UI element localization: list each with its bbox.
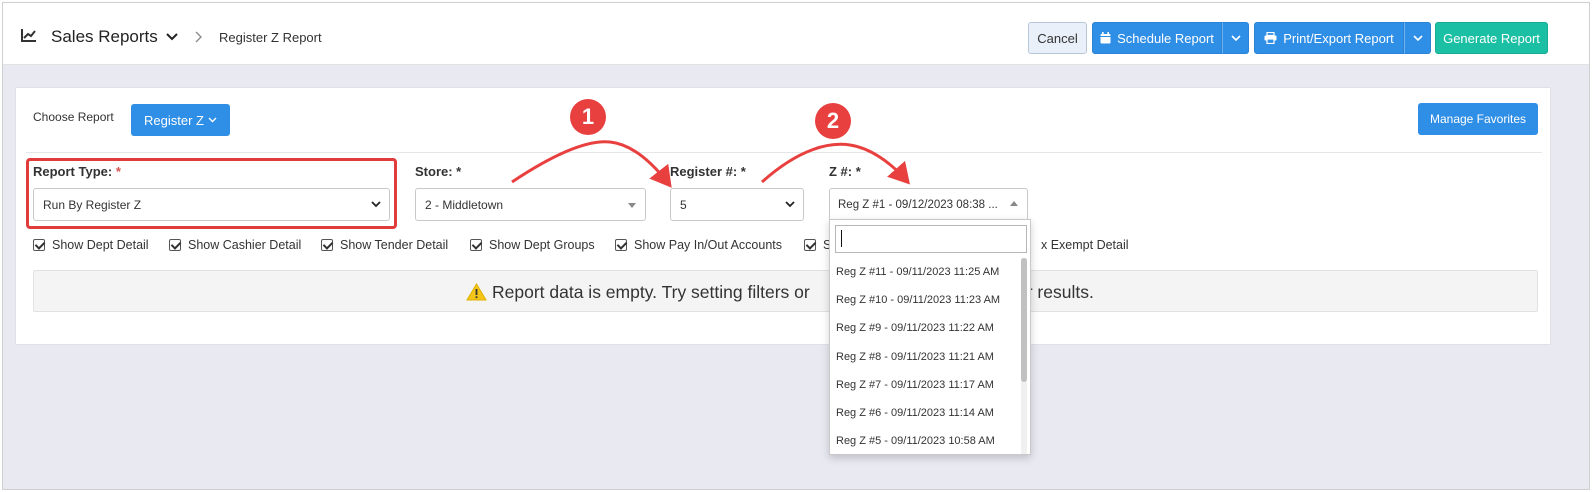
schedule-report-dropdown[interactable] (1222, 22, 1249, 54)
empty-message-tail: r results. (1026, 282, 1094, 302)
register-label: Register #: * (670, 164, 746, 179)
option-tender-detail[interactable]: Show Tender Detail (321, 238, 448, 252)
z-number-label: Z #: * (829, 164, 861, 179)
checkbox[interactable] (804, 239, 816, 251)
option-exempt-detail[interactable]: x Exempt Detail (1041, 238, 1129, 252)
option-label: Show Dept Detail (52, 238, 149, 252)
z-number-select[interactable]: Reg Z #1 - 09/12/2023 08:38 ... (829, 188, 1028, 221)
chevron-down-icon[interactable] (166, 32, 178, 42)
schedule-report-label: Schedule Report (1117, 30, 1214, 46)
checkbox[interactable] (321, 239, 333, 251)
choose-report-button[interactable]: Register Z (131, 104, 230, 136)
report-filter-card: Choose Report Register Z Manage Favorite… (15, 87, 1551, 345)
empty-message-text: Report data is empty. Try setting filter… (492, 282, 810, 302)
option-pay-in-out[interactable]: Show Pay In/Out Accounts (615, 238, 782, 252)
line-chart-icon (21, 29, 36, 42)
dropdown-search-input[interactable] (835, 225, 1027, 253)
option-dept-groups[interactable]: Show Dept Groups (470, 238, 595, 252)
list-item[interactable]: Reg Z #5 - 09/11/2023 10:58 AM (830, 427, 1022, 454)
generate-report-button[interactable]: Generate Report (1435, 22, 1548, 54)
option-partial-s[interactable]: S (804, 238, 831, 252)
print-export-dropdown[interactable] (1404, 22, 1431, 54)
checkbox[interactable] (33, 239, 45, 251)
scrollbar-thumb[interactable] (1021, 258, 1027, 382)
caret-down-icon (628, 203, 636, 208)
step-badge-2: 2 (815, 103, 851, 139)
page-title[interactable]: Sales Reports (51, 27, 158, 47)
warning-icon (466, 283, 487, 301)
register-value: 5 (680, 197, 687, 212)
highlight-box (26, 158, 397, 229)
list-item[interactable]: Reg Z #6 - 09/11/2023 11:14 AM (830, 399, 1022, 427)
cancel-button[interactable]: Cancel (1028, 22, 1087, 54)
option-label: Show Pay In/Out Accounts (634, 238, 782, 252)
dropdown-scrollbar[interactable] (1021, 258, 1027, 454)
store-value: 2 - Middletown (425, 197, 504, 212)
option-cashier-detail[interactable]: Show Cashier Detail (169, 238, 301, 252)
list-item[interactable]: Reg Z #8 - 09/11/2023 11:21 AM (830, 343, 1022, 371)
cancel-button-label: Cancel (1037, 30, 1078, 46)
chevron-down-icon (208, 117, 217, 123)
z-number-dropdown: Reg Z #11 - 09/11/2023 11:25 AM Reg Z #1… (829, 219, 1031, 455)
breadcrumb-current: Register Z Report (219, 30, 322, 45)
dropdown-list: Reg Z #11 - 09/11/2023 11:25 AM Reg Z #1… (830, 258, 1022, 454)
store-label: Store: * (415, 164, 462, 179)
chevron-down-icon (785, 201, 795, 208)
list-item[interactable]: Reg Z #9 - 09/11/2023 11:22 AM (830, 314, 1022, 342)
generate-report-label: Generate Report (1443, 30, 1540, 46)
app-window: Sales Reports Register Z Report Cancel S… (2, 2, 1590, 490)
option-label: x Exempt Detail (1041, 238, 1129, 252)
caret-up-icon (1010, 201, 1018, 206)
option-label: Show Dept Groups (489, 238, 595, 252)
schedule-report-button[interactable]: Schedule Report (1092, 22, 1222, 54)
option-label: Show Tender Detail (340, 238, 449, 252)
chevron-down-icon (1230, 34, 1241, 41)
chevron-down-icon (1412, 34, 1423, 41)
store-select[interactable]: 2 - Middletown (415, 188, 646, 221)
choose-report-label: Choose Report (33, 110, 114, 124)
step-badge-1: 1 (570, 99, 606, 135)
list-item[interactable]: Reg Z #10 - 09/11/2023 11:23 AM (830, 286, 1022, 314)
option-dept-detail[interactable]: Show Dept Detail (33, 238, 149, 252)
checkbox[interactable] (470, 239, 482, 251)
empty-report-banner: Report data is empty. Try setting filter… (33, 270, 1538, 312)
option-label: Show Cashier Detail (188, 238, 302, 252)
printer-icon (1264, 32, 1277, 44)
calendar-icon (1100, 32, 1111, 44)
chevron-right-icon (195, 31, 202, 43)
z-number-value: Reg Z #1 - 09/12/2023 08:38 ... (838, 198, 998, 211)
selected-report-label: Register Z (144, 112, 204, 128)
checkbox[interactable] (169, 239, 181, 251)
text-cursor (841, 230, 842, 247)
print-export-button[interactable]: Print/Export Report (1254, 22, 1404, 54)
checkbox[interactable] (615, 239, 627, 251)
divider (26, 152, 1542, 153)
manage-favorites-button[interactable]: Manage Favorites (1418, 103, 1538, 135)
register-select[interactable]: 5 (670, 188, 804, 221)
top-bar: Sales Reports Register Z Report Cancel S… (3, 3, 1589, 65)
manage-favorites-label: Manage Favorites (1429, 112, 1527, 126)
list-item[interactable]: Reg Z #11 - 09/11/2023 11:25 AM (830, 258, 1022, 286)
list-item[interactable]: Reg Z #7 - 09/11/2023 11:17 AM (830, 371, 1022, 399)
print-export-label: Print/Export Report (1283, 30, 1394, 46)
